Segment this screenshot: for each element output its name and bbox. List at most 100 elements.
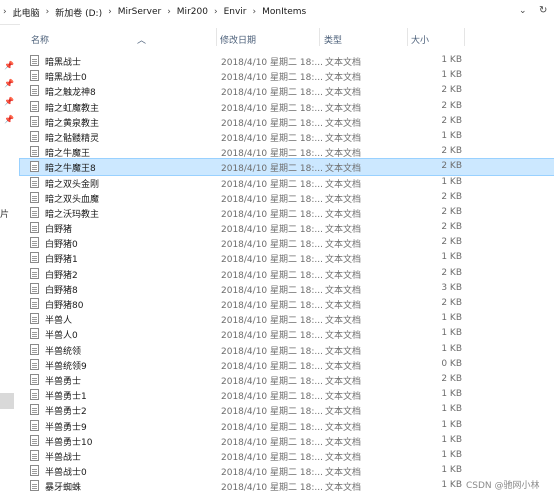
file-row[interactable]: 暗黑战士0 2018/4/10 星期二 18:... 文本文档 1 KB: [20, 68, 554, 83]
file-size: 1 KB: [441, 419, 462, 430]
text-file-icon: [30, 313, 39, 325]
file-row[interactable]: 暗之牛魔王 2018/4/10 星期二 18:... 文本文档 2 KB: [20, 144, 554, 159]
file-name: 半兽勇士2: [45, 407, 87, 418]
column-divider[interactable]: [464, 28, 465, 46]
file-row[interactable]: 暗之双头血魔 2018/4/10 星期二 18:... 文本文档 2 KB: [20, 190, 554, 205]
column-header-name[interactable]: 名称: [31, 33, 49, 46]
file-date: 2018/4/10 星期二 18:...: [221, 331, 323, 342]
nav-item-selected[interactable]: [0, 393, 14, 409]
breadcrumb-envir[interactable]: Envir: [221, 7, 250, 17]
file-type: 文本文档: [325, 437, 362, 448]
file-list: 暗黑战士 2018/4/10 星期二 18:... 文本文档 1 KB 暗黑战士0 201…: [19, 53, 554, 493]
text-file-icon: [30, 298, 39, 309]
breadcrumb-mirserver[interactable]: MirServer: [115, 7, 164, 17]
breadcrumb-drive-d[interactable]: 新加卷 (D:): [52, 6, 105, 19]
file-date: 2018/4/10 星期二 18:...: [221, 255, 323, 266]
column-divider[interactable]: [319, 28, 320, 46]
file-row[interactable]: 暗黑战士 2018/4/10 星期二 18:... 文本文档 1 KB: [20, 53, 554, 68]
file-name: 半兽人: [45, 316, 73, 327]
text-file-icon: [30, 222, 39, 234]
text-file-icon: [30, 252, 39, 264]
chevron-down-icon[interactable]: ⌄: [519, 6, 527, 16]
file-row[interactable]: 白野猪2 2018/4/10 星期二 18:... 文本文档 2 KB: [20, 266, 554, 281]
file-type: 文本文档: [325, 346, 362, 357]
file-row[interactable]: 暗之牛魔王8 2018/4/10 星期二 18:... 文本文档 2 KB: [19, 158, 554, 176]
file-date: 2018/4/10 星期二 18:...: [221, 164, 323, 175]
file-row[interactable]: 暗之双头金刚 2018/4/10 星期二 18:... 文本文档 1 KB: [20, 175, 554, 190]
breadcrumb-monitems[interactable]: MonItems: [259, 7, 309, 17]
address-bar[interactable]: › 此电脑 › 新加卷 (D:) › MirServer › Mir200 › …: [0, 0, 554, 25]
file-type: 文本文档: [325, 452, 362, 463]
file-type: 文本文档: [325, 118, 362, 129]
file-row[interactable]: 半兽人 2018/4/10 星期二 18:... 文本文档 1 KB: [20, 311, 554, 326]
column-header-type[interactable]: 类型: [324, 33, 342, 46]
breadcrumb-mir200[interactable]: Mir200: [174, 7, 211, 17]
file-type: 文本文档: [325, 225, 362, 236]
column-divider[interactable]: [407, 28, 408, 46]
file-date: 2018/4/10 星期二 18:...: [221, 346, 323, 357]
file-date: 2018/4/10 星期二 18:...: [221, 452, 323, 463]
column-header: ︿ 名称 修改日期 类型 大小: [20, 24, 554, 48]
file-row[interactable]: 半兽统领9 2018/4/10 星期二 18:... 文本文档 0 KB: [20, 357, 554, 372]
file-row[interactable]: 半兽战士 2018/4/10 星期二 18:... 文本文档 1 KB: [20, 448, 554, 463]
file-type: 文本文档: [325, 88, 362, 99]
nav-item-label[interactable]: 片: [0, 207, 9, 220]
file-name: 白野猪2: [45, 270, 78, 281]
file-type: 文本文档: [325, 133, 362, 144]
file-size: 1 KB: [441, 313, 462, 324]
text-file-icon: [30, 130, 39, 142]
chevron-right-icon: ›: [252, 7, 257, 17]
file-row[interactable]: 白野猪0 2018/4/10 星期二 18:... 文本文档 2 KB: [20, 235, 554, 250]
refresh-icon[interactable]: ↻: [539, 5, 547, 16]
pin-icon: 📌: [4, 115, 14, 124]
text-file-icon: [30, 343, 39, 355]
file-size: 2 KB: [441, 191, 462, 202]
file-row[interactable]: 暗之触龙神8 2018/4/10 星期二 18:... 文本文档 2 KB: [20, 83, 554, 98]
text-file-icon: [30, 449, 39, 461]
file-row[interactable]: 半兽勇士1 2018/4/10 星期二 18:... 文本文档 1 KB: [20, 387, 554, 402]
file-date: 2018/4/10 星期二 18:...: [221, 392, 323, 403]
file-name: 半兽勇士1: [45, 392, 87, 403]
file-row[interactable]: 暗之黄泉教主 2018/4/10 星期二 18:... 文本文档 2 KB: [20, 114, 554, 129]
file-date: 2018/4/10 星期二 18:...: [221, 270, 323, 281]
file-row[interactable]: 半兽战士0 2018/4/10 星期二 18:... 文本文档 1 KB: [20, 463, 554, 478]
file-row[interactable]: 半兽勇士2 2018/4/10 星期二 18:... 文本文档 1 KB: [20, 402, 554, 417]
file-row[interactable]: 半兽勇士9 2018/4/10 星期二 18:... 文本文档 1 KB: [20, 418, 554, 433]
file-date: 2018/4/10 星期二 18:...: [221, 240, 323, 251]
file-row[interactable]: 暗之骷髅精灵 2018/4/10 星期二 18:... 文本文档 1 KB: [20, 129, 554, 144]
file-size: 2 KB: [441, 267, 462, 278]
file-size: 1 KB: [441, 434, 462, 445]
file-row[interactable]: 暗之虹魔教主 2018/4/10 星期二 18:... 文本文档 2 KB: [20, 99, 554, 114]
column-header-date[interactable]: 修改日期: [220, 33, 256, 46]
file-row[interactable]: 白野猪80 2018/4/10 星期二 18:... 文本文档 2 KB: [20, 296, 554, 311]
file-row[interactable]: 半兽统领 2018/4/10 星期二 18:... 文本文档 1 KB: [20, 342, 554, 357]
file-row[interactable]: 半兽勇士 2018/4/10 星期二 18:... 文本文档 2 KB: [20, 372, 554, 387]
file-date: 2018/4/10 星期二 18:...: [221, 194, 323, 205]
file-size: 1 KB: [441, 465, 462, 476]
file-row[interactable]: 半兽人0 2018/4/10 星期二 18:... 文本文档 1 KB: [20, 326, 554, 341]
file-name: 暗之骷髅精灵: [45, 133, 100, 144]
file-date: 2018/4/10 星期二 18:...: [221, 88, 323, 99]
text-file-icon: [30, 282, 39, 294]
file-row[interactable]: 白野猪 2018/4/10 星期二 18:... 文本文档 2 KB: [20, 220, 554, 235]
file-date: 2018/4/10 星期二 18:...: [221, 285, 323, 296]
column-divider[interactable]: [216, 28, 217, 46]
file-name: 暗黑战士: [45, 58, 82, 68]
file-type: 文本文档: [325, 179, 362, 190]
file-size: 2 KB: [441, 161, 462, 172]
file-name: 半兽勇士: [45, 376, 82, 387]
file-type: 文本文档: [325, 376, 362, 387]
file-size: 1 KB: [441, 389, 462, 400]
navigation-pane[interactable]: 📌 📌 📌 📌 片: [0, 25, 20, 496]
file-row[interactable]: 白野猪1 2018/4/10 星期二 18:... 文本文档 1 KB: [20, 250, 554, 265]
file-date: 2018/4/10 星期二 18:...: [221, 73, 323, 84]
file-row[interactable]: 暗之沃玛教主 2018/4/10 星期二 18:... 文本文档 2 KB: [20, 205, 554, 220]
text-file-icon: [30, 146, 39, 158]
breadcrumb-this-pc[interactable]: 此电脑: [10, 6, 43, 19]
file-name: 白野猪8: [45, 285, 78, 296]
file-row[interactable]: 半兽勇士10 2018/4/10 星期二 18:... 文本文档 1 KB: [20, 433, 554, 448]
file-row[interactable]: 白野猪8 2018/4/10 星期二 18:... 文本文档 3 KB: [20, 281, 554, 296]
text-file-icon: [30, 206, 39, 218]
text-file-icon: [30, 176, 39, 188]
column-header-size[interactable]: 大小: [411, 33, 429, 46]
